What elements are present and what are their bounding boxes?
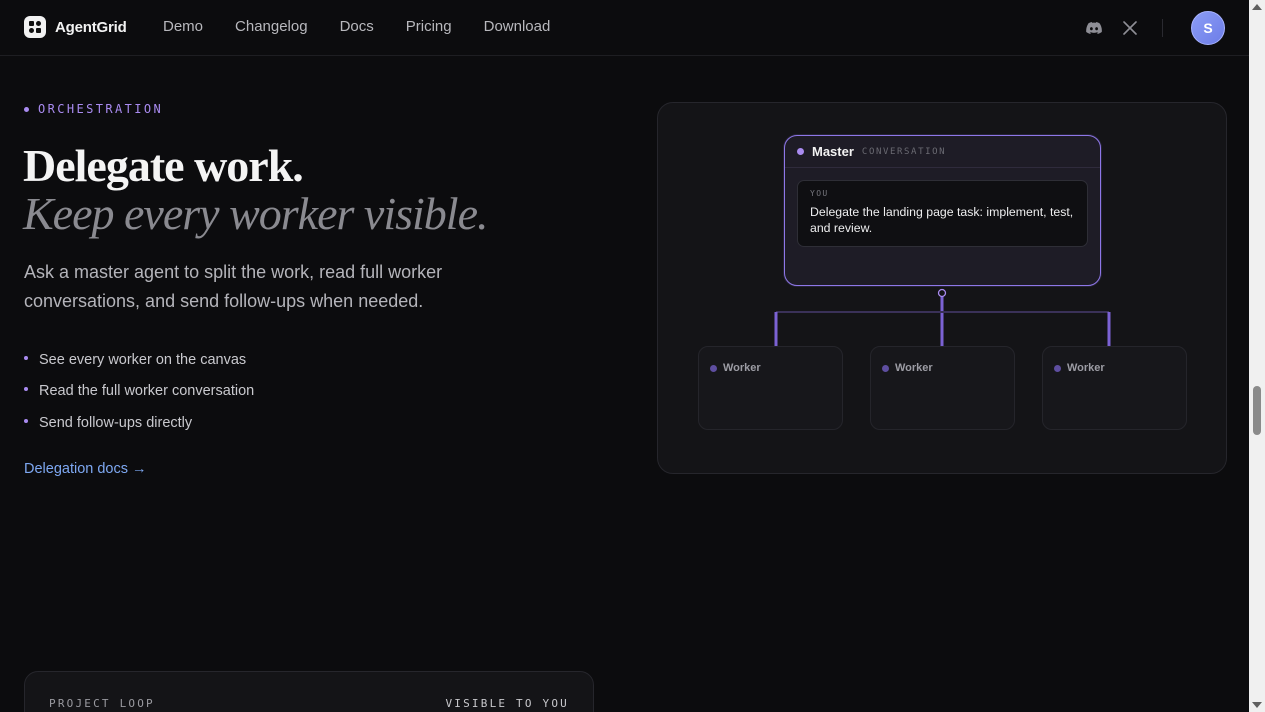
agentgrid-logo-icon (24, 16, 46, 38)
worker-status-dot-icon (710, 364, 717, 372)
nav-links: Demo Changelog Docs Pricing Download (163, 18, 582, 35)
visible-to-you-label: VISIBLE TO YOU (445, 697, 569, 710)
message-author: YOU (810, 189, 829, 198)
section-eyebrow: ORCHESTRATION (24, 102, 163, 116)
feature-item: See every worker on the canvas (24, 344, 254, 376)
hero-lede: Ask a master agent to split the work, re… (24, 262, 443, 311)
message-text: Delegate the landing page task: implemen… (810, 205, 1074, 235)
discord-icon[interactable] (1084, 18, 1104, 38)
feature-list: See every worker on the canvas Read the … (24, 344, 254, 439)
master-tag: CONVERSATION (861, 146, 947, 157)
delegation-docs-link[interactable]: Delegation docs → (24, 461, 147, 477)
master-card[interactable]: Master CONVERSATION YOU Delegate the lan… (784, 135, 1101, 286)
page: AgentGrid Demo Changelog Docs Pricing Do… (0, 0, 1265, 712)
delegation-diagram: Master CONVERSATION YOU Delegate the lan… (657, 102, 1227, 474)
nav-link-changelog[interactable]: Changelog (235, 18, 308, 35)
nav-divider (1162, 19, 1163, 37)
nav-actions: S (1084, 11, 1225, 45)
feature-item: Read the full worker conversation (24, 376, 254, 408)
top-nav: AgentGrid Demo Changelog Docs Pricing Do… (0, 0, 1249, 56)
worker-header: Worker (1043, 347, 1186, 374)
worker-card[interactable]: Worker (698, 346, 843, 430)
worker-header: Worker (699, 347, 842, 374)
bullet-icon (24, 355, 28, 360)
eyebrow-dot-icon (24, 106, 29, 112)
nav-link-docs[interactable]: Docs (340, 18, 374, 35)
worker-header: Worker (871, 347, 1014, 374)
nav-link-download[interactable]: Download (484, 18, 551, 35)
brand-name: AgentGrid (55, 18, 127, 36)
feature-label: See every worker on the canvas (39, 351, 247, 368)
worker-label: Worker (1067, 362, 1105, 374)
scroll-down-arrow-icon[interactable] (1252, 702, 1262, 708)
project-loop-card: PROJECT LOOP VISIBLE TO YOU (24, 671, 594, 712)
worker-card[interactable]: Worker (1042, 346, 1187, 430)
nav-link-pricing[interactable]: Pricing (406, 18, 452, 35)
nav-link-demo[interactable]: Demo (163, 18, 203, 35)
bullet-icon (24, 387, 28, 392)
eyebrow-label: ORCHESTRATION (38, 102, 164, 116)
master-title: Master (812, 144, 854, 159)
worker-label: Worker (723, 362, 761, 374)
message-bubble: YOU Delegate the landing page task: impl… (797, 180, 1088, 247)
avatar[interactable]: S (1191, 11, 1225, 45)
hero-title-italic: Keep every worker visible. (23, 188, 488, 239)
page-scrollbar[interactable] (1249, 0, 1265, 712)
bullet-icon (24, 418, 28, 423)
worker-status-dot-icon (1054, 364, 1061, 372)
brand[interactable]: AgentGrid (24, 16, 127, 38)
hero-title: Delegate work. (23, 140, 304, 191)
scroll-up-arrow-icon[interactable] (1252, 4, 1262, 10)
worker-label: Worker (895, 362, 933, 374)
feature-label: Send follow-ups directly (39, 414, 193, 431)
master-status-dot-icon (797, 148, 804, 155)
master-header: Master CONVERSATION (785, 136, 1100, 168)
scroll-thumb[interactable] (1253, 386, 1261, 435)
project-loop-label: PROJECT LOOP (49, 697, 155, 710)
feature-label: Read the full worker conversation (39, 383, 255, 400)
worker-card[interactable]: Worker (870, 346, 1015, 430)
worker-status-dot-icon (882, 364, 889, 372)
feature-item: Send follow-ups directly (24, 407, 254, 439)
x-icon[interactable] (1120, 18, 1140, 38)
